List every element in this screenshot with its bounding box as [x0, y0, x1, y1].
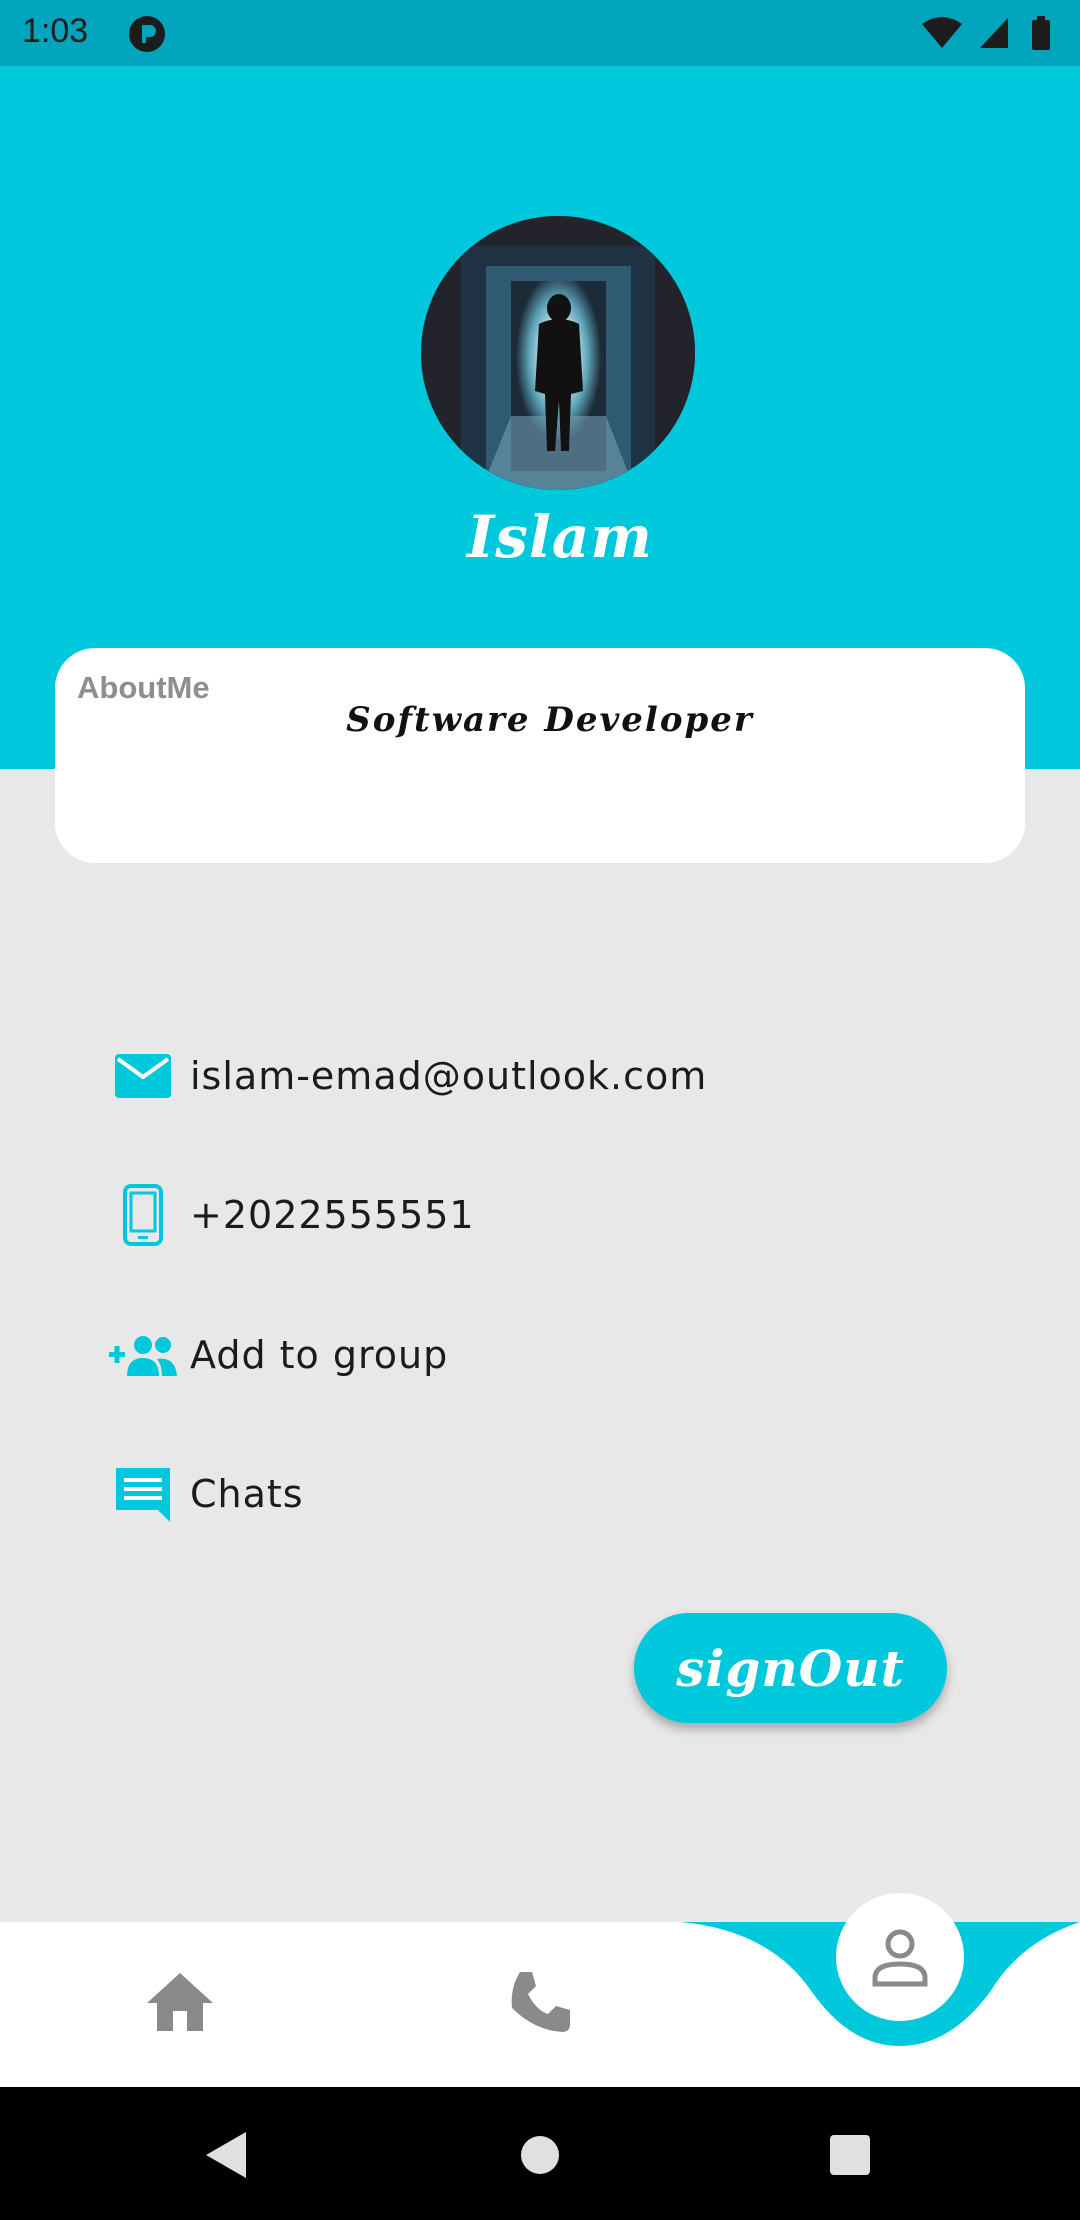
email-text: islam-emad@outlook.com — [190, 1054, 708, 1098]
battery-icon — [1032, 16, 1050, 50]
home-circle-icon — [521, 2136, 559, 2174]
signal-icon — [980, 18, 1008, 48]
nav-home-button[interactable] — [135, 1957, 225, 2047]
system-home-button[interactable] — [510, 2125, 570, 2185]
wifi-icon — [922, 17, 962, 48]
about-card: AboutMe Software Developer — [55, 648, 1025, 863]
email-icon — [108, 1041, 178, 1111]
status-time: 1:03 — [22, 12, 89, 50]
system-back-button[interactable] — [195, 2125, 255, 2185]
profile-name: Islam — [467, 503, 653, 571]
system-recents-button[interactable] — [820, 2125, 880, 2185]
add-group-text: Add to group — [190, 1333, 449, 1377]
nav-call-button[interactable] — [495, 1957, 585, 2047]
home-icon — [147, 1973, 213, 2031]
chats-text: Chats — [190, 1472, 304, 1516]
email-row[interactable]: islam-emad@outlook.com — [108, 1036, 908, 1116]
phone-row[interactable]: +2022555551 — [108, 1175, 908, 1255]
system-navigation-bar — [0, 2087, 1080, 2220]
phone-text: +2022555551 — [190, 1193, 475, 1237]
status-indicators — [922, 16, 1050, 50]
person-icon — [872, 1929, 928, 1987]
group-add-icon — [108, 1320, 178, 1390]
chat-icon — [108, 1459, 178, 1529]
chats-row[interactable]: Chats — [108, 1454, 908, 1534]
signout-button[interactable]: signOut — [634, 1613, 947, 1723]
status-bar: 1:03 — [0, 0, 1080, 66]
nav-profile-button[interactable] — [836, 1893, 964, 2021]
add-group-row[interactable]: Add to group — [108, 1315, 908, 1395]
recents-square-icon — [830, 2135, 870, 2175]
profile-avatar[interactable] — [421, 216, 695, 490]
about-value: Software Developer — [346, 700, 754, 740]
avatar-image — [421, 216, 695, 490]
back-triangle-icon — [206, 2132, 246, 2178]
phone-icon — [511, 1972, 570, 2032]
smartphone-icon — [108, 1180, 178, 1250]
app-notification-icon — [129, 16, 165, 52]
